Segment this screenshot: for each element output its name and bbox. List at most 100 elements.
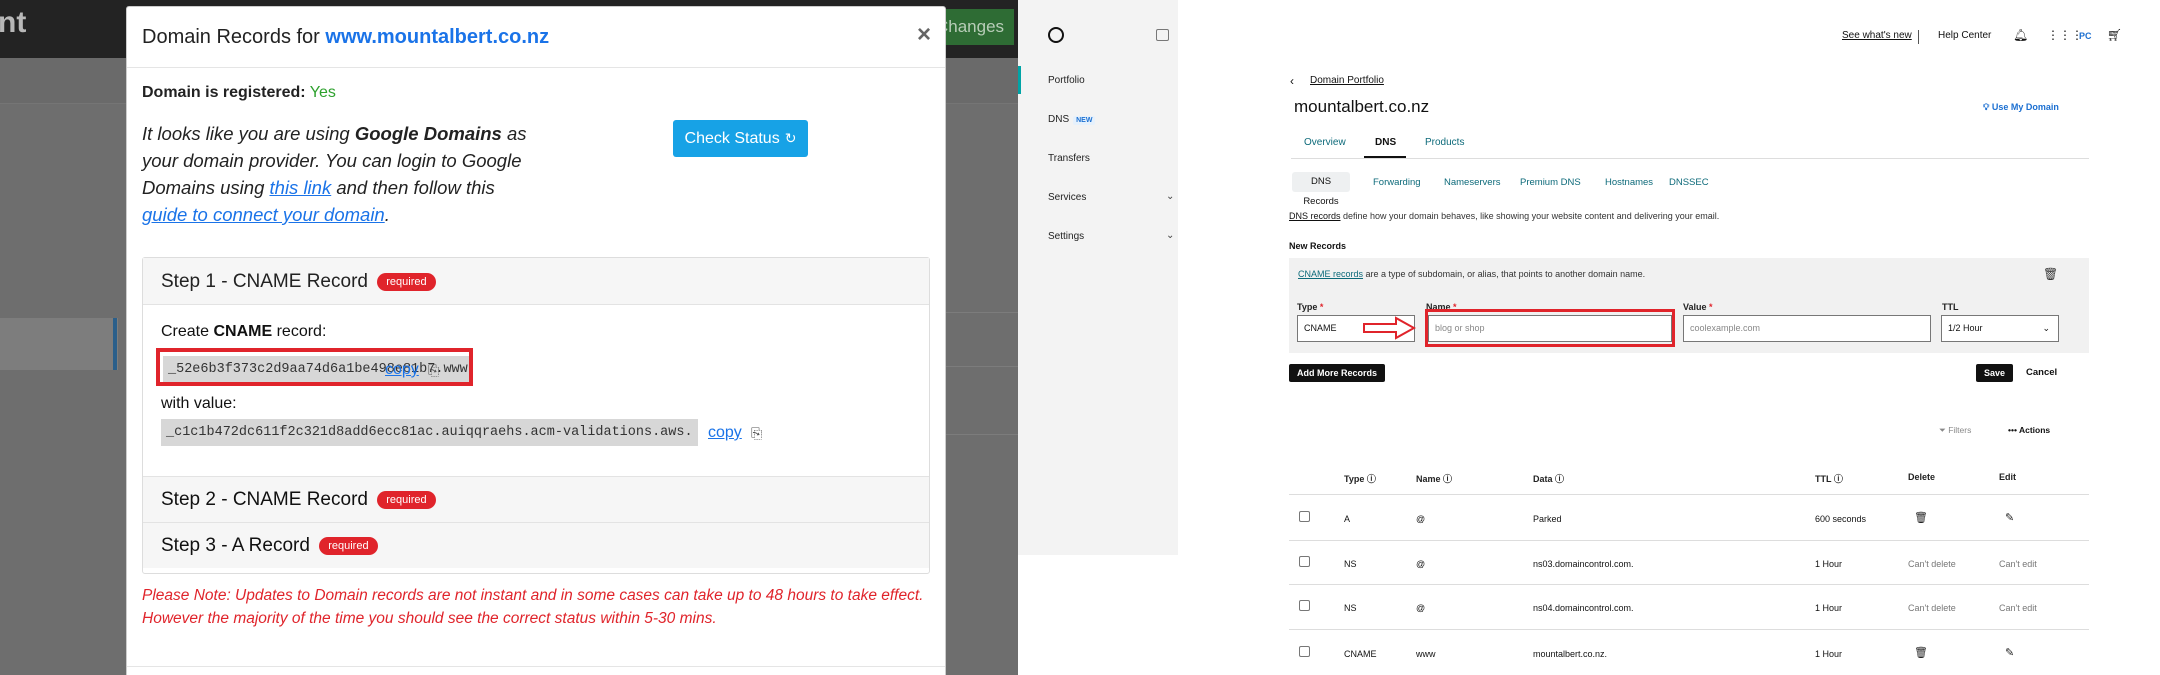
col-header-label: Type <box>1344 474 1365 484</box>
chevron-down-icon[interactable]: ⌄ <box>1166 191 1174 202</box>
avatar[interactable]: PC <box>2079 31 2092 41</box>
col-header-data[interactable]: Data ⓘ <box>1533 472 1564 485</box>
required-asterisk: * <box>1319 302 1324 312</box>
actions-button[interactable]: ••• Actions <box>2008 425 2050 435</box>
sidebar-item-transfers[interactable]: Transfers <box>1048 153 1090 164</box>
with-value-label: with value: <box>161 395 237 412</box>
use-my-domain-link[interactable]: 💡︎ Use My Domain <box>1983 102 2059 113</box>
table-divider <box>1289 540 2089 541</box>
create-record-label: Create CNAME record: <box>161 323 326 341</box>
cname-records-link[interactable]: CNAME records <box>1298 269 1363 279</box>
subtab-dnssec[interactable]: DNSSEC <box>1669 177 1709 188</box>
login-link[interactable]: this link <box>270 177 332 198</box>
col-header-type[interactable]: Type ⓘ <box>1344 472 1376 485</box>
more-icon: ••• <box>2008 425 2017 435</box>
filters-button[interactable]: ⏷ Filters <box>1939 425 1971 436</box>
dns-description: DNS records define how your domain behav… <box>1289 211 1719 221</box>
row-checkbox[interactable] <box>1299 646 1310 657</box>
copy-value-link[interactable]: copy <box>708 424 742 442</box>
right-screenshot: Portfolio DNS NEW Transfers Services ⌄ Se… <box>1018 0 2160 675</box>
breadcrumb[interactable]: Domain Portfolio <box>1310 75 1384 86</box>
topnav-separator <box>1918 30 1919 44</box>
cell-data: ns04.domaincontrol.com. <box>1533 603 1634 613</box>
trash-icon[interactable]: 🗑︎ <box>1914 646 1928 659</box>
add-more-records-button[interactable]: Add More Records <box>1289 364 1386 382</box>
row-checkbox[interactable] <box>1299 600 1310 611</box>
subtab-dns-records[interactable]: DNS Records <box>1292 172 1350 207</box>
col-header-name[interactable]: Name ⓘ <box>1416 472 1452 485</box>
tab-overview[interactable]: Overview <box>1304 137 1346 148</box>
cart-icon[interactable]: 🛒︎ <box>2107 28 2122 42</box>
tab-dns[interactable]: DNS <box>1375 137 1396 148</box>
guide-link[interactable]: guide to connect your domain <box>142 204 385 225</box>
cname-description-text: are a type of subdomain, or alias, that … <box>1363 269 1646 279</box>
clipboard-icon[interactable]: ⎘ <box>751 425 762 442</box>
trash-icon[interactable]: 🗑︎ <box>1914 511 1928 524</box>
cell-ttl: 1 Hour <box>1815 649 1843 659</box>
dns-records-link[interactable]: DNS records <box>1289 211 1341 221</box>
chevron-down-icon: ⌄ <box>2042 323 2050 333</box>
copy-name-link[interactable]: copy <box>385 361 419 379</box>
row-checkbox[interactable] <box>1299 556 1310 567</box>
sidebar-item-services[interactable]: Services <box>1048 192 1086 203</box>
whats-new-link[interactable]: See what's new <box>1842 30 1912 41</box>
sidebar-item-dns[interactable]: DNS NEW <box>1048 114 1096 125</box>
cell-type: NS <box>1344 603 1357 613</box>
subtab-premium-dns[interactable]: Premium DNS <box>1520 177 1581 188</box>
cell-data: mountalbert.co.nz. <box>1533 649 1608 659</box>
cell-name: @ <box>1416 514 1426 524</box>
ttl-select[interactable]: 1/2 Hour ⌄ <box>1941 315 2059 342</box>
type-label-text: Type <box>1297 302 1318 312</box>
collapse-sidebar-icon[interactable] <box>1156 29 1169 41</box>
col-header-ttl[interactable]: TTL ⓘ <box>1815 472 1843 485</box>
modal-title: Domain Records for www.mountalbert.co.nz <box>142 26 549 49</box>
cell-name: www <box>1416 649 1436 659</box>
step2-header[interactable]: Step 2 - CNAME Record required <box>143 476 929 522</box>
table-divider <box>1289 629 2089 630</box>
background-brand: nt <box>0 6 27 39</box>
edit-pencil-icon[interactable]: ✎ <box>2005 646 2014 659</box>
registered-value: Yes <box>309 84 336 101</box>
cell-name: @ <box>1416 559 1426 569</box>
modal-footer-divider <box>127 666 945 667</box>
name-input[interactable]: blog or shop <box>1428 315 1672 342</box>
note-line: Please Note: Updates to Domain records a… <box>142 587 924 604</box>
brand-logo-icon[interactable] <box>1048 27 1064 43</box>
check-status-button[interactable]: Check Status ↻ <box>673 120 808 157</box>
cname-value-code[interactable]: _c1c1b472dc611f2c321d8add6ecc81ac.auiqqr… <box>161 419 698 446</box>
required-badge: required <box>377 490 436 509</box>
background-row-accent <box>113 318 117 370</box>
intro-provider: Google Domains <box>354 123 502 144</box>
cancel-button[interactable]: Cancel <box>2026 367 2057 378</box>
cell-name: @ <box>1416 603 1426 613</box>
close-icon[interactable]: × <box>917 21 931 49</box>
trash-icon[interactable]: 🗑︎ <box>2043 267 2058 281</box>
steps-panel: Step 1 - CNAME Record required Create CN… <box>142 257 930 574</box>
col-header-label: Data <box>1533 474 1553 484</box>
step3-title: Step 3 - A Record <box>161 535 310 556</box>
help-center-link[interactable]: Help Center <box>1938 30 1991 41</box>
clipboard-icon[interactable]: ⎘ <box>428 362 439 379</box>
subtab-hostnames[interactable]: Hostnames <box>1605 177 1653 188</box>
subtab-forwarding[interactable]: Forwarding <box>1373 177 1421 188</box>
row-checkbox[interactable] <box>1299 511 1310 522</box>
sidebar-item-portfolio[interactable]: Portfolio <box>1048 75 1085 86</box>
save-button[interactable]: Save <box>1976 364 2014 382</box>
value-input[interactable]: coolexample.com <box>1683 315 1931 342</box>
tab-products[interactable]: Products <box>1425 137 1464 148</box>
subtab-nameservers[interactable]: Nameservers <box>1444 177 1501 188</box>
red-arrow-icon <box>1363 316 1416 340</box>
cell-data: Parked <box>1533 514 1562 524</box>
sidebar-item-label: Settings <box>1048 231 1085 242</box>
edit-pencil-icon[interactable]: ✎ <box>2005 511 2014 524</box>
sidebar-item-settings[interactable]: Settings <box>1048 231 1084 242</box>
apps-grid-icon[interactable]: ⋮⋮⋮ <box>2047 28 2083 42</box>
step3-header[interactable]: Step 3 - A Record required <box>143 522 929 568</box>
step1-title: Step 1 - CNAME Record <box>161 271 368 292</box>
cell-data: ns03.domaincontrol.com. <box>1533 559 1634 569</box>
bell-icon[interactable]: 🔔︎ <box>2013 28 2028 42</box>
chevron-down-icon[interactable]: ⌄ <box>1166 230 1174 241</box>
required-badge: required <box>377 272 436 291</box>
actions-label: Actions <box>2018 425 2051 435</box>
back-arrow-icon[interactable]: ‹ <box>1290 74 1294 88</box>
